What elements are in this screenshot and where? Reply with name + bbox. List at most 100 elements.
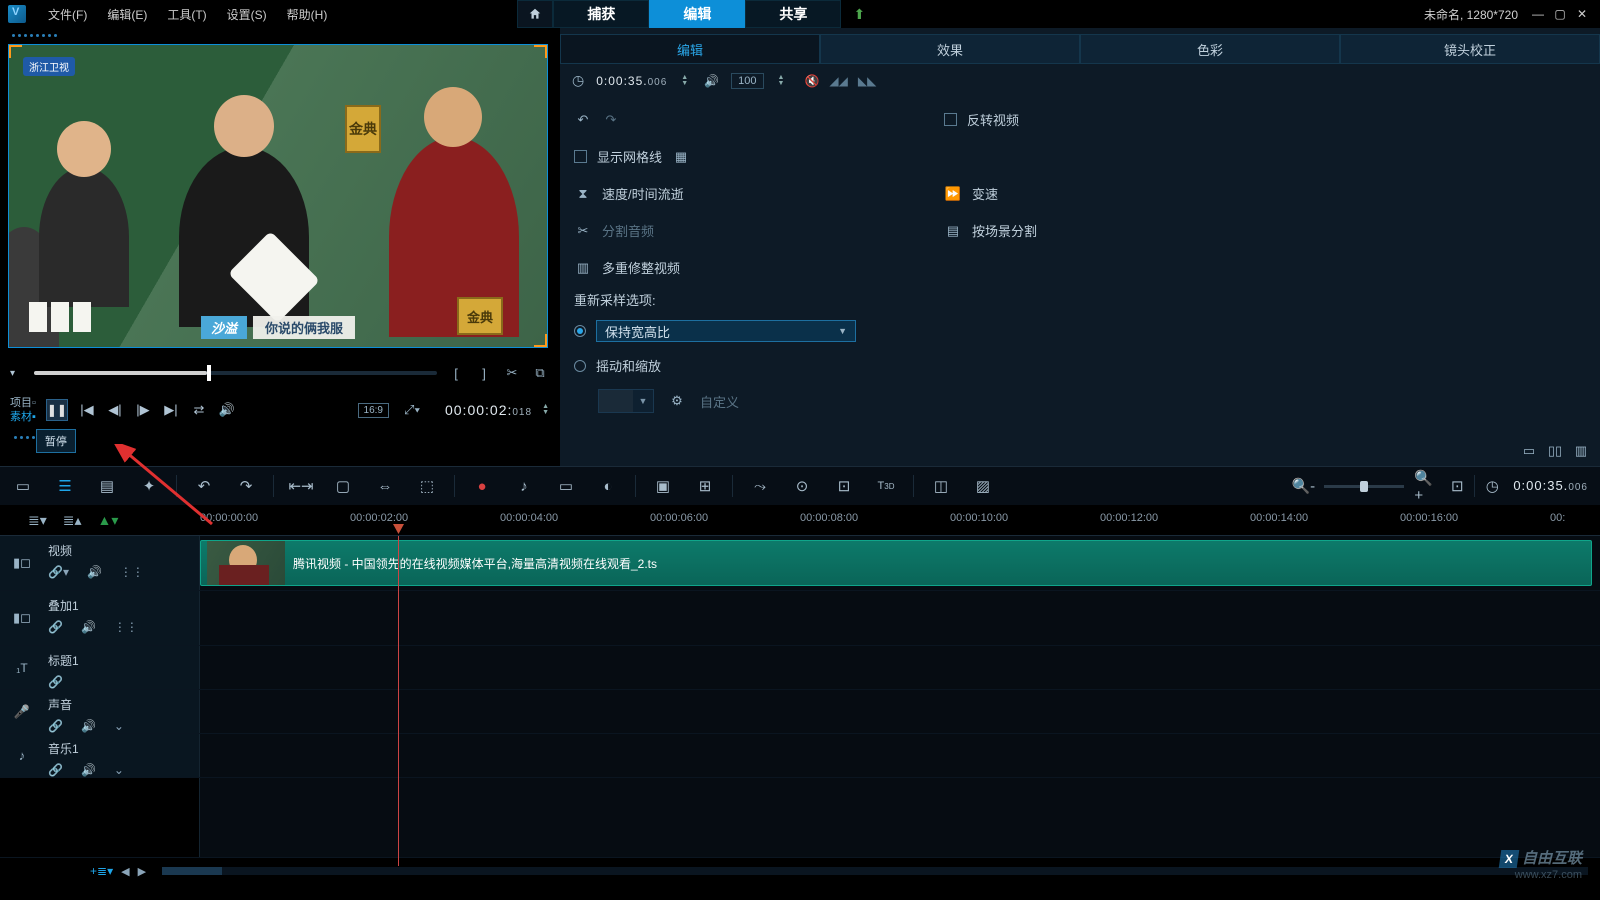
volume-button[interactable]: 🔊 xyxy=(218,401,236,419)
record-button[interactable]: ● xyxy=(471,475,493,497)
go-end-button[interactable]: ▶| xyxy=(162,401,180,419)
scroll-left-button[interactable]: ◀ xyxy=(121,865,129,878)
tab-share[interactable]: 共享 xyxy=(745,0,841,28)
mute-icon[interactable]: 🔊 xyxy=(87,565,102,579)
snapshot-button[interactable]: ⧉ xyxy=(531,364,549,382)
mode-project[interactable]: 项目▫ xyxy=(10,396,36,410)
tool-marker[interactable]: ▣ xyxy=(652,475,674,497)
upload-icon[interactable]: ⬆ xyxy=(841,0,877,28)
track-expand-button[interactable]: ≣▴ xyxy=(63,512,82,529)
reverse-video-checkbox[interactable]: 反转视频 xyxy=(944,103,1586,136)
menu-file[interactable]: 文件(F) xyxy=(38,2,97,27)
keep-aspect-radio[interactable]: 保持宽高比▼ xyxy=(574,313,1586,349)
resample-combo[interactable]: 保持宽高比▼ xyxy=(596,320,856,342)
loop-button[interactable]: ⇄ xyxy=(190,401,208,419)
link-icon[interactable]: 🔗▾ xyxy=(48,565,69,579)
close-button[interactable]: ✕ xyxy=(1572,5,1592,23)
playhead[interactable] xyxy=(398,536,399,866)
horizontal-scrollbar[interactable] xyxy=(162,867,1588,875)
mute-icon[interactable]: 🔇 xyxy=(804,74,819,88)
scroll-right-button[interactable]: ▶ xyxy=(138,865,146,878)
mute-icon[interactable]: 🔊 xyxy=(81,719,96,733)
tool-3d-title[interactable]: T3D xyxy=(875,475,897,497)
mode-clip[interactable]: 素材▪ xyxy=(10,410,36,424)
rotate-right-icon[interactable]: ↷ xyxy=(602,112,620,128)
tools-button[interactable]: ✦ xyxy=(138,475,160,497)
maximize-button[interactable]: ▢ xyxy=(1550,5,1570,23)
mixer-button[interactable]: ▤ xyxy=(96,475,118,497)
mark-in-button[interactable]: [ xyxy=(447,364,465,382)
time-ruler[interactable]: 00:00:00:00 00:00:02:00 00:00:04:00 00:0… xyxy=(200,506,1600,535)
tab-capture[interactable]: 捕获 xyxy=(553,0,649,28)
multi-trim-button[interactable]: ▥ 多重修整视频 xyxy=(574,251,904,284)
prop-tab-edit[interactable]: 编辑 xyxy=(560,34,820,64)
scene-split-button[interactable]: ▤ 按场景分割 xyxy=(944,214,1586,247)
mute-icon[interactable]: 🔊 xyxy=(81,763,96,777)
rotate-left-icon[interactable]: ↶ xyxy=(574,112,592,128)
zoom-in-button[interactable]: 🔍+ xyxy=(1414,475,1436,497)
go-start-button[interactable]: |◀ xyxy=(78,401,96,419)
tool-grid[interactable]: ⊞ xyxy=(694,475,716,497)
tab-edit[interactable]: 编辑 xyxy=(649,0,745,28)
prop-tab-color[interactable]: 色彩 xyxy=(1080,34,1340,64)
layout-a-icon[interactable]: ▭ xyxy=(1520,442,1538,460)
menu-tools[interactable]: 工具(T) xyxy=(157,2,216,27)
tool-resize[interactable]: ⇔ xyxy=(374,475,396,497)
link-icon[interactable]: 🔗 xyxy=(48,763,63,777)
timeline-view-button[interactable]: ☰ xyxy=(54,475,76,497)
grid-settings-icon[interactable]: ▦ xyxy=(672,149,690,165)
tool-track-motion[interactable]: ⊙ xyxy=(791,475,813,497)
storyboard-view-button[interactable]: ▭ xyxy=(12,475,34,497)
prop-tab-effect[interactable]: 效果 xyxy=(820,34,1080,64)
preview-viewport[interactable]: 浙江卫视 金典 金典 沙溢 你说的俩我服 xyxy=(8,44,551,348)
zoom-slider[interactable] xyxy=(1324,485,1404,488)
fade-out-icon[interactable]: ◣◣ xyxy=(858,74,876,88)
volume-field[interactable]: 100 xyxy=(731,73,763,89)
tool-1[interactable]: ⇤⇥ xyxy=(290,475,312,497)
layout-b-icon[interactable]: ▯▯ xyxy=(1546,442,1564,460)
expand-icon[interactable]: ⌄ xyxy=(114,719,124,733)
tool-chroma[interactable]: ▨ xyxy=(972,475,994,497)
tool-audio[interactable]: ♪ xyxy=(513,475,535,497)
speed-time-button[interactable]: ⧗ 速度/时间流逝 xyxy=(574,177,904,210)
link-icon[interactable]: 🔗 xyxy=(48,675,63,689)
split-clip-button[interactable]: ✂ xyxy=(503,364,521,382)
clip-duration[interactable]: 0:00:35.006 xyxy=(596,74,667,88)
prop-tab-lens[interactable]: 镜头校正 xyxy=(1340,34,1600,64)
zoom-out-button[interactable]: 🔍- xyxy=(1292,475,1314,497)
track-collapse-button[interactable]: ≣▾ xyxy=(28,512,47,529)
aspect-ratio-display[interactable]: 16:9 xyxy=(358,403,389,418)
undo-button[interactable]: ↶ xyxy=(193,475,215,497)
mute-icon[interactable]: 🔊 xyxy=(81,620,96,634)
preview-timecode[interactable]: 00:00:02:018 xyxy=(445,402,532,419)
tool-subtitle[interactable]: ▭ xyxy=(555,475,577,497)
tab-home[interactable] xyxy=(517,0,553,28)
mark-out-button[interactable]: ] xyxy=(475,364,493,382)
tool-pan[interactable]: ⬚ xyxy=(416,475,438,497)
expand-icon[interactable]: ⌄ xyxy=(114,763,124,777)
tool-mask[interactable]: ◫ xyxy=(930,475,952,497)
visibility-icon[interactable]: ⋮⋮ xyxy=(114,620,138,634)
menu-help[interactable]: 帮助(H) xyxy=(277,2,338,27)
link-icon[interactable]: 🔗 xyxy=(48,620,63,634)
tool-crop[interactable]: ▢ xyxy=(332,475,354,497)
timecode-stepper[interactable]: ▲▼ xyxy=(542,404,549,416)
prev-frame-button[interactable]: ◀| xyxy=(106,401,124,419)
speaker-icon[interactable]: 🔊 xyxy=(704,74,719,88)
volume-stepper[interactable]: ▲▼ xyxy=(778,75,785,87)
fade-in-icon[interactable]: ◢◢ xyxy=(829,74,847,88)
tool-chapter[interactable]: ◐ xyxy=(597,475,619,497)
visibility-icon[interactable]: ⋮⋮ xyxy=(120,565,144,579)
tool-motion[interactable]: ⤳ xyxy=(749,475,771,497)
menu-settings[interactable]: 设置(S) xyxy=(217,2,277,27)
menu-edit[interactable]: 编辑(E) xyxy=(97,2,157,27)
link-icon[interactable]: 🔗 xyxy=(48,719,63,733)
video-clip[interactable]: 腾讯视频 - 中国领先的在线视频媒体平台,海量高清视频在线观看_2.ts xyxy=(200,540,1592,586)
preview-mode-toggle[interactable]: 项目▫ 素材▪ xyxy=(10,396,36,424)
track-toggle-button[interactable]: ▲▾ xyxy=(98,512,119,529)
show-grid-checkbox[interactable]: 显示网格线 ▦ xyxy=(574,140,904,173)
enlarge-button[interactable]: ⤢▾ xyxy=(403,401,421,419)
layout-c-icon[interactable]: ▥ xyxy=(1572,442,1590,460)
pan-zoom-radio[interactable]: 摇动和缩放 xyxy=(574,349,1586,382)
scrubber[interactable] xyxy=(34,371,437,375)
